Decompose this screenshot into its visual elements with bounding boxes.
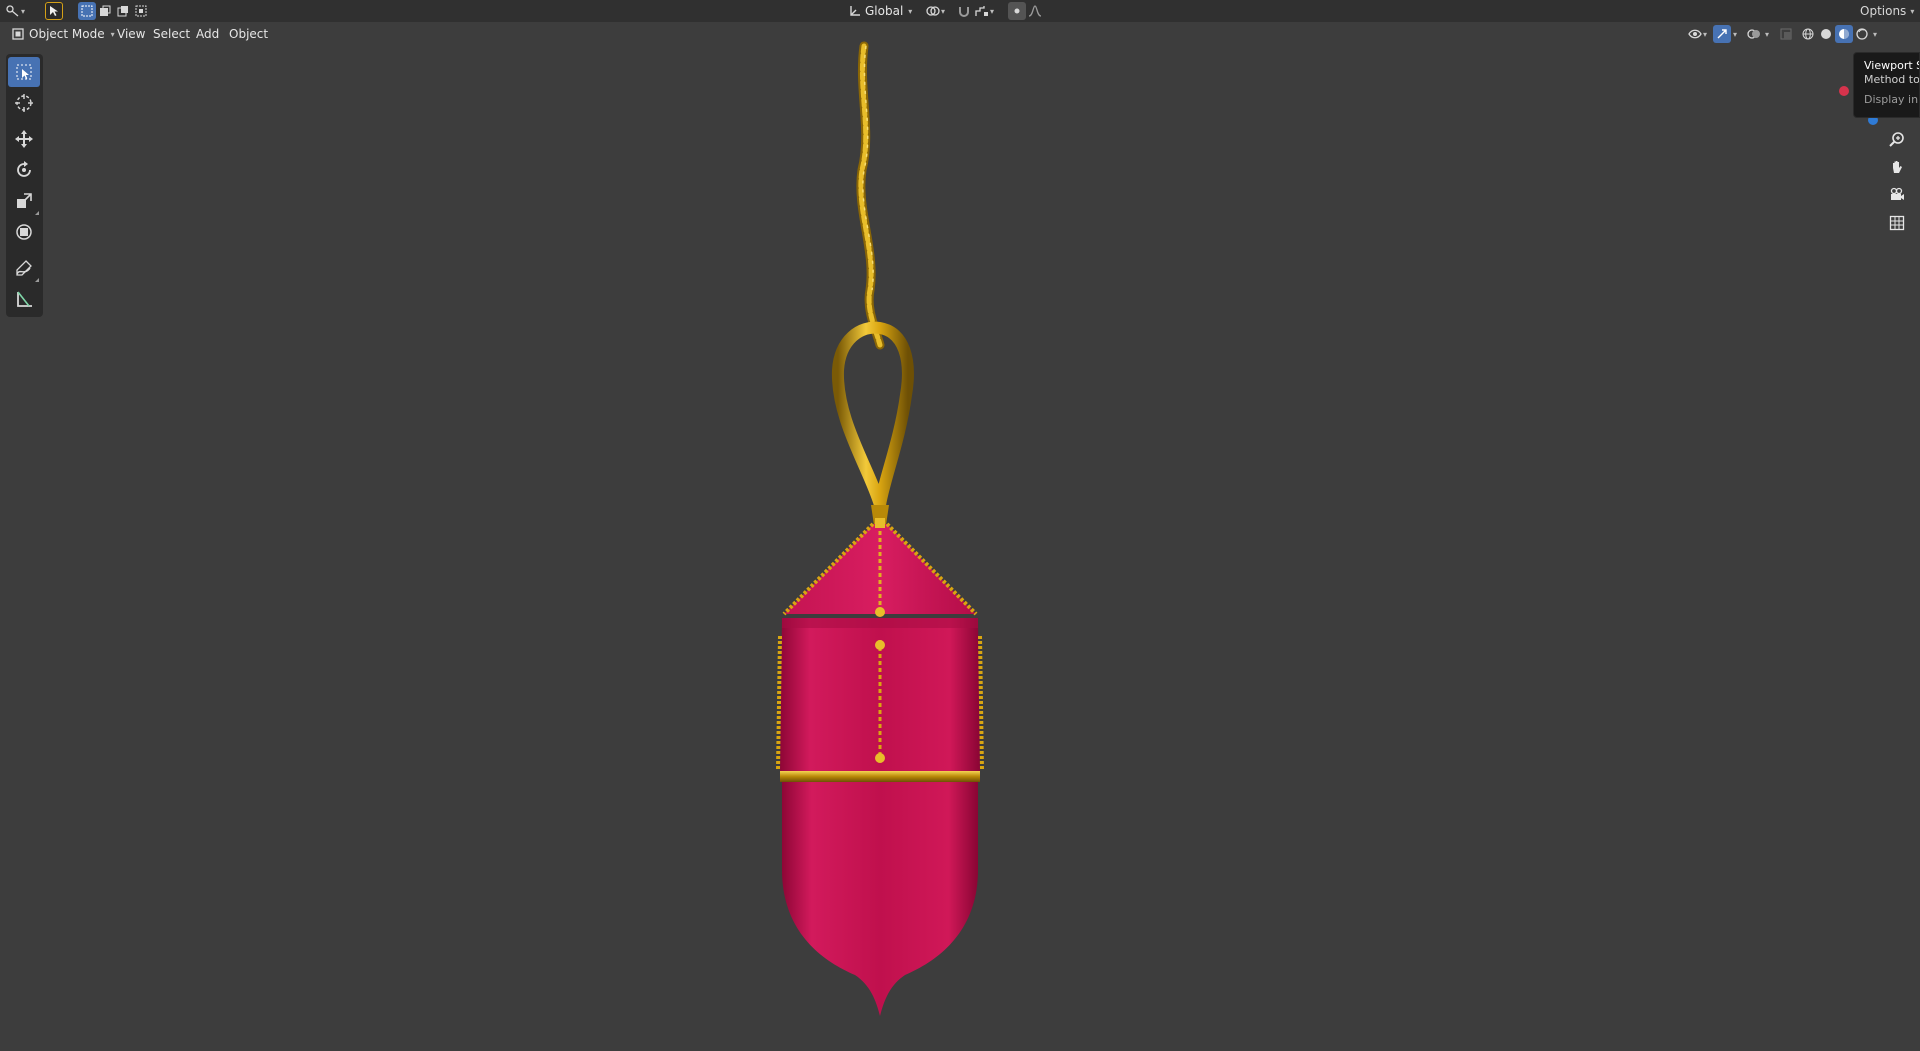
rotate-icon xyxy=(17,161,31,177)
pivot-icon xyxy=(926,6,940,16)
solid-sphere-icon xyxy=(1821,29,1832,39)
editor-type-icon[interactable]: ▾ xyxy=(6,2,25,20)
lantern-roof xyxy=(782,518,978,617)
cursor-icon xyxy=(15,94,33,112)
menu-add[interactable]: Add xyxy=(191,25,224,43)
move-icon xyxy=(15,130,33,148)
hand-icon xyxy=(1893,161,1902,173)
transform-icon xyxy=(16,224,32,240)
zoom-icon xyxy=(1889,132,1904,147)
scale-icon xyxy=(17,193,32,208)
gizmo-icon xyxy=(1717,29,1727,39)
transform-orientation-dropdown[interactable]: Global ▾ xyxy=(846,2,915,20)
pan-button[interactable] xyxy=(1884,154,1910,180)
proportional-dot-icon xyxy=(1014,8,1020,14)
menu-object[interactable]: Object xyxy=(224,25,273,43)
measure-icon xyxy=(17,291,32,307)
xray-toggle[interactable] xyxy=(1777,25,1795,43)
pivot-point-dropdown[interactable]: ▾ xyxy=(924,2,947,20)
menu-view[interactable]: View xyxy=(112,25,150,43)
tooltip-description: Method to d xyxy=(1864,73,1920,86)
wireframe-sphere-icon xyxy=(1802,28,1814,40)
lantern-body-upper xyxy=(776,618,984,772)
proportional-falloff-dropdown[interactable] xyxy=(1026,2,1044,20)
options-label: Options xyxy=(1860,4,1907,18)
tool-select-box[interactable] xyxy=(8,57,40,87)
lantern-body-lower xyxy=(782,782,978,1016)
tool-cursor[interactable] xyxy=(8,88,40,118)
menu-select[interactable]: Select xyxy=(148,25,195,43)
overlay-icon xyxy=(1747,29,1761,39)
tool-move[interactable] xyxy=(8,124,40,154)
orientation-label: Global xyxy=(865,4,904,18)
camera-view-button[interactable] xyxy=(1884,182,1910,208)
camera-icon xyxy=(1890,187,1904,200)
tool-annotate[interactable] xyxy=(8,253,40,283)
object-mode-dropdown[interactable]: Object Mode ▾ xyxy=(6,24,121,44)
overlays-toggle[interactable] xyxy=(1745,25,1763,43)
tool-scale[interactable] xyxy=(8,186,40,216)
select-subtract-icon[interactable] xyxy=(114,2,132,20)
ortho-toggle-button[interactable] xyxy=(1884,210,1910,236)
tool-transform[interactable] xyxy=(8,217,40,247)
tooltip-python: Display in M xyxy=(1864,93,1919,106)
falloff-curve-icon xyxy=(1028,5,1042,17)
lantern-gold-band xyxy=(780,771,980,782)
navigation-gizmo xyxy=(1884,126,1910,238)
shading-wireframe[interactable] xyxy=(1799,25,1817,43)
shading-solid[interactable] xyxy=(1817,25,1835,43)
zoom-button[interactable] xyxy=(1884,126,1910,152)
snap-toggle[interactable] xyxy=(955,2,973,20)
tool-measure[interactable] xyxy=(8,284,40,314)
lantern-handle xyxy=(831,321,914,525)
annotate-icon xyxy=(16,260,32,276)
orientation-icon xyxy=(850,6,860,16)
proportional-edit-toggle[interactable] xyxy=(1008,2,1026,20)
header-toolbar: ▾ Global ▾ ▾ ▾ Options ▾ xyxy=(0,0,1920,22)
select-box-icon xyxy=(16,64,32,80)
magnet-icon xyxy=(959,7,969,17)
tooltip-title: Viewport Sh xyxy=(1864,59,1919,72)
rendered-sphere-icon xyxy=(1856,28,1868,40)
gizmo-axis-x[interactable] xyxy=(1839,86,1849,96)
material-sphere-icon xyxy=(1839,29,1850,39)
shading-rendered[interactable] xyxy=(1853,25,1871,43)
snap-target-dropdown[interactable]: ▾ xyxy=(973,2,996,20)
shading-material[interactable] xyxy=(1835,25,1854,43)
shading-tooltip: Viewport Sh Method to d Display in M xyxy=(1853,52,1920,118)
select-new-icon[interactable] xyxy=(78,2,96,20)
select-extend-icon[interactable] xyxy=(96,2,114,20)
eye-icon xyxy=(1688,29,1702,39)
tool-shelf xyxy=(6,54,43,317)
select-invert-icon[interactable] xyxy=(132,2,150,20)
viewport-3d[interactable] xyxy=(0,0,1920,1051)
object-mode-icon xyxy=(12,28,24,40)
gizmo-toggle[interactable] xyxy=(1713,25,1732,43)
visibility-dropdown[interactable]: ▾ xyxy=(1686,25,1709,43)
xray-icon xyxy=(1780,28,1792,40)
options-dropdown[interactable]: Options ▾ xyxy=(1854,2,1920,20)
snap-increment-icon xyxy=(975,6,988,16)
select-mode-icon[interactable] xyxy=(45,2,63,20)
lantern-chain xyxy=(856,41,885,350)
tool-rotate[interactable] xyxy=(8,155,40,185)
viewport-header-menu: Object Mode ▾ View Select Add Object ▾ ▾… xyxy=(0,22,1920,46)
grid-icon xyxy=(1889,215,1905,231)
object-mode-label: Object Mode xyxy=(29,27,105,41)
